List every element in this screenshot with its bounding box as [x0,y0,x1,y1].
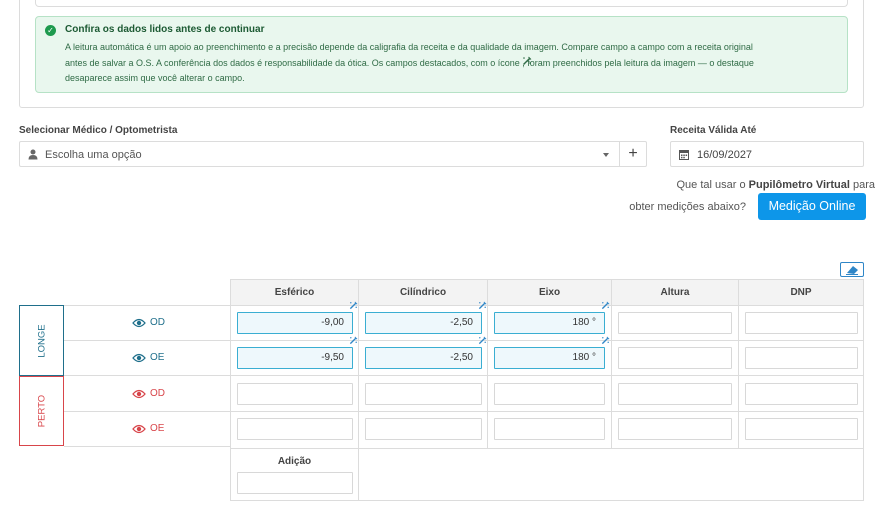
esferico-input-longe-oe[interactable]: -9,50 [237,347,353,369]
eixo-input-perto-od[interactable] [494,383,605,405]
eye-icon [132,424,146,434]
magic-wand-icon [349,301,358,310]
col-altura: Altura [660,287,690,298]
eye-label-oe: OE [132,352,172,366]
alert-title: Confira os dados lidos antes de continua… [65,24,265,35]
altura-input-perto-oe[interactable] [618,418,732,440]
dnp-input-longe-od[interactable] [745,312,858,334]
medico-label: Selecionar Médico / Optometrista [19,125,178,136]
alert-line-3: desaparece assim que você alterar o camp… [65,73,245,83]
medico-select[interactable]: Escolha uma opção [19,141,620,167]
cilindrico-input-perto-oe[interactable] [365,418,482,440]
eye-label-text: OD [150,317,165,328]
esferico-input-longe-od[interactable]: -9,00 [237,312,353,334]
group-longe-label: LONGE [36,323,47,358]
esferico-input-perto-od[interactable] [237,383,353,405]
dnp-input-perto-oe[interactable] [745,418,858,440]
alert-line-2: antes de salvar a O.S. A conferência dos… [65,56,754,68]
magic-wand-icon [478,301,487,310]
medico-select-value: Escolha uma opção [45,149,142,161]
eye-icon [132,353,146,363]
validade-date-value: 16/09/2027 [697,149,753,161]
validade-label: Receita Válida Até [670,125,757,136]
magic-wand-icon [601,301,610,310]
altura-input-longe-od[interactable] [618,312,732,334]
magic-wand-icon [349,336,358,345]
adicao-label: Adição [277,456,312,467]
dnp-input-longe-oe[interactable] [745,347,858,369]
eye-icon [132,318,146,328]
alert-text: A leitura automática é um apoio ao preen… [65,40,835,87]
eye-label-text: OD [150,388,165,399]
pupilometro-text: Que tal usar o Pupilômetro Virtual para [676,179,875,191]
medicao-online-button[interactable]: Medição Online [758,193,866,220]
pupilometro-text-2: obter medições abaixo? [629,201,746,213]
magic-wand-icon [478,336,487,345]
eixo-input-longe-oe[interactable]: 180 ° [494,347,605,369]
caret-down-icon [603,153,609,157]
cilindrico-input-longe-od[interactable]: -2,50 [365,312,482,334]
eye-label-oe: OE [132,423,172,437]
eye-label-text: OE [150,352,165,363]
magic-wand-icon [523,56,532,65]
validade-date-input[interactable]: 16/09/2027 [670,141,864,167]
cilindrico-input-longe-oe[interactable]: -2,50 [365,347,482,369]
upload-field[interactable] [35,0,848,7]
eraser-icon [846,266,858,275]
altura-input-perto-od[interactable] [618,383,732,405]
eixo-input-perto-oe[interactable] [494,418,605,440]
group-perto: PERTO [19,376,64,446]
eye-label-text: OE [150,423,165,434]
check-circle-icon: ✓ [45,25,56,36]
clear-grid-button[interactable] [840,262,864,277]
col-dnp: DNP [790,287,812,298]
col-eixo: Eixo [538,287,561,298]
add-medico-button[interactable]: + [619,141,647,167]
dnp-input-perto-od[interactable] [745,383,858,405]
ocr-warning-alert: ✓ Confira os dados lidos antes de contin… [35,16,848,93]
calendar-icon [679,150,689,160]
magic-wand-icon [601,336,610,345]
person-icon [28,149,38,160]
alert-line-1: A leitura automática é um apoio ao preen… [65,42,753,52]
eye-label-od: OD [132,317,172,331]
pupilometro-brand: Pupilômetro Virtual [748,179,850,191]
cilindrico-input-perto-od[interactable] [365,383,482,405]
group-longe: LONGE [19,305,64,376]
adicao-input[interactable] [237,472,353,494]
eye-icon [132,389,146,399]
col-esferico: Esférico [274,287,315,298]
group-perto-label: PERTO [36,394,47,428]
col-cilindrico: Cilíndrico [399,287,447,298]
esferico-input-perto-oe[interactable] [237,418,353,440]
altura-input-longe-oe[interactable] [618,347,732,369]
eixo-input-longe-od[interactable]: 180 ° [494,312,605,334]
eye-label-od: OD [132,388,172,402]
